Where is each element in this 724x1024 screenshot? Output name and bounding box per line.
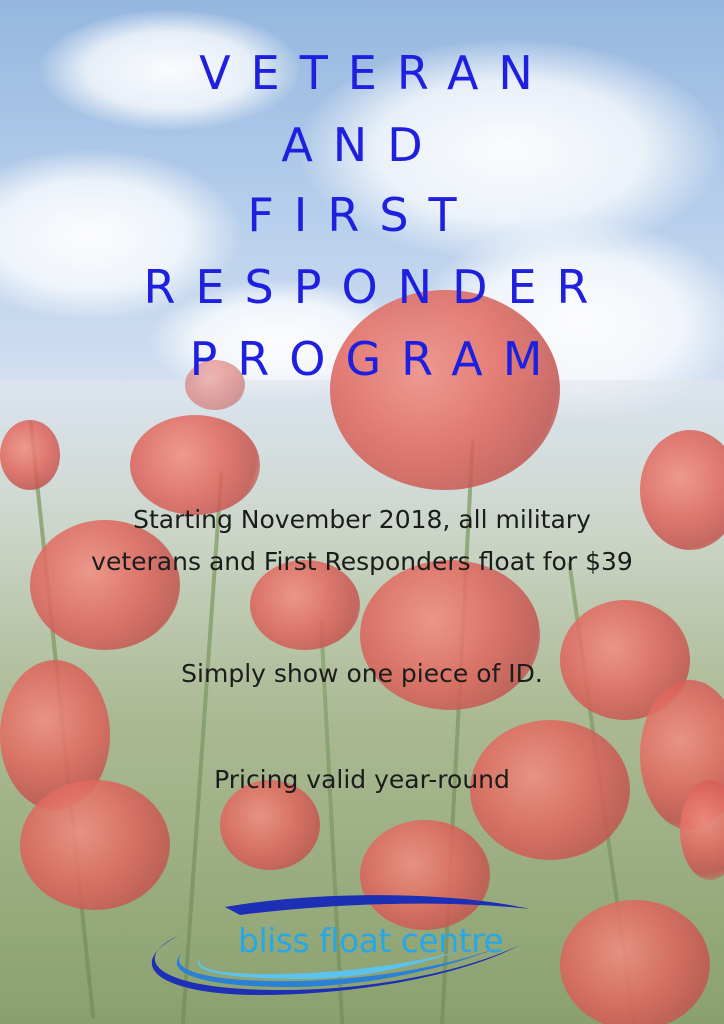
id-requirement-text: Simply show one piece of ID. [181, 659, 543, 688]
poster: VETERAN AND FIRST RESPONDER PROGRAM Star… [0, 0, 724, 1024]
pricing-note-text: Pricing valid year-round [214, 765, 510, 794]
offer-line-1: Starting November 2018, all military [133, 505, 591, 534]
bliss-float-centre-logo: bliss float centre [130, 895, 530, 1000]
title-line-first: FIRST [247, 188, 477, 242]
logo-wordmark: bliss float centre [238, 921, 504, 960]
title-line-responder: RESPONDER [143, 260, 609, 314]
title-line-and: AND [281, 118, 443, 172]
offer-line-2: veterans and First Responders float for … [91, 547, 633, 576]
title-line-program: PROGRAM [189, 332, 563, 386]
title-line-veteran: VETERAN [199, 46, 553, 100]
